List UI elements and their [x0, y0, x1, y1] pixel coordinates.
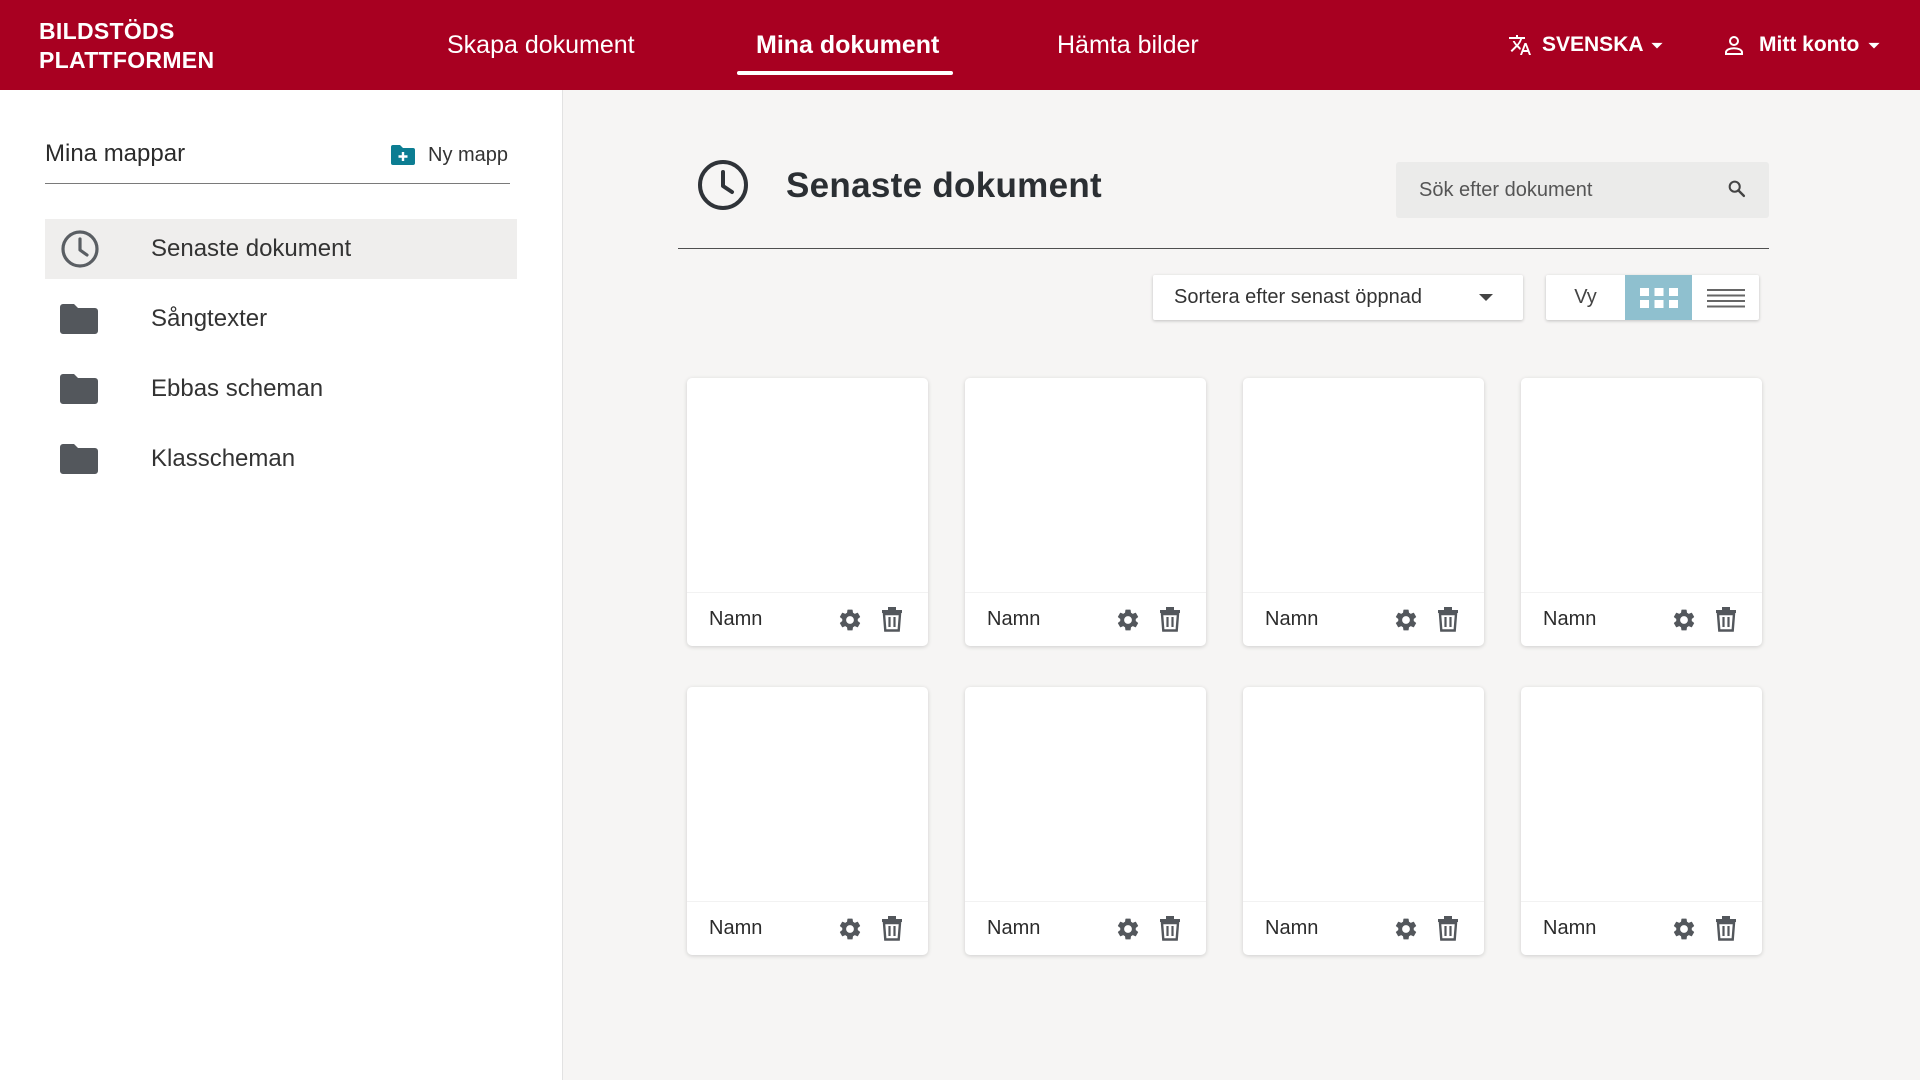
delete-icon[interactable]	[1159, 915, 1181, 946]
account-label: Mitt konto	[1759, 33, 1860, 56]
view-label: Vy	[1574, 286, 1597, 308]
document-name: Namn	[1265, 608, 1319, 630]
sort-dropdown[interactable]: Sortera efter senast öppnad	[1153, 275, 1523, 320]
list-view-button[interactable]	[1692, 275, 1759, 320]
language-label: SVENSKA	[1542, 33, 1644, 56]
folders-sidebar: Mina mappar Ny mapp Senaste dokument Sån…	[0, 90, 563, 1080]
caret-down-icon	[1868, 42, 1880, 49]
delete-icon[interactable]	[1715, 606, 1737, 637]
sidebar-item-senaste-dokument[interactable]: Senaste dokument	[45, 219, 517, 279]
settings-icon[interactable]	[1671, 607, 1697, 638]
document-card[interactable]: Namn	[1243, 378, 1484, 646]
document-name: Namn	[709, 917, 763, 939]
document-name: Namn	[987, 608, 1041, 630]
sort-label: Sortera efter senast öppnad	[1174, 286, 1422, 308]
document-card[interactable]: Namn	[1243, 687, 1484, 955]
brand-logo[interactable]: BILDSTÖDS PLATTFORMEN	[39, 17, 214, 75]
document-name: Namn	[987, 917, 1041, 939]
nav-mina-dokument[interactable]: Mina dokument	[756, 30, 939, 60]
search-input[interactable]	[1396, 162, 1716, 218]
clock-icon	[697, 159, 749, 216]
sidebar-divider	[45, 183, 510, 184]
document-thumbnail[interactable]	[1243, 687, 1484, 902]
document-thumbnail[interactable]	[1243, 378, 1484, 593]
user-icon	[1725, 36, 1743, 55]
caret-down-icon	[1479, 294, 1493, 301]
settings-icon[interactable]	[1671, 916, 1697, 947]
sidebar-item-label: Senaste dokument	[151, 235, 352, 262]
sidebar-item-klasscheman[interactable]: Klasscheman	[45, 429, 517, 489]
grid-view-button[interactable]	[1625, 275, 1692, 320]
sidebar-item-label: Ebbas scheman	[151, 375, 324, 402]
settings-icon[interactable]	[1115, 916, 1141, 947]
settings-icon[interactable]	[1393, 607, 1419, 638]
delete-icon[interactable]	[881, 915, 903, 946]
header-divider	[678, 248, 1769, 249]
page-title: Senaste dokument	[786, 166, 1102, 205]
document-card[interactable]: Namn	[687, 687, 928, 955]
document-name: Namn	[1543, 608, 1597, 630]
nav-skapa-dokument[interactable]: Skapa dokument	[447, 30, 635, 60]
document-name: Namn	[1543, 917, 1597, 939]
document-name: Namn	[709, 608, 763, 630]
sidebar-item-sangtexter[interactable]: Sångtexter	[45, 289, 517, 349]
document-card[interactable]: Namn	[687, 378, 928, 646]
delete-icon[interactable]	[1437, 606, 1459, 637]
document-card[interactable]: Namn	[965, 378, 1206, 646]
document-thumbnail[interactable]	[965, 378, 1206, 593]
document-thumbnail[interactable]	[1521, 687, 1762, 902]
folder-icon	[60, 374, 98, 404]
document-name: Namn	[1265, 917, 1319, 939]
sidebar-item-ebbas-scheman[interactable]: Ebbas scheman	[45, 359, 517, 419]
new-folder-icon	[391, 145, 415, 165]
nav-hamta-bilder[interactable]: Hämta bilder	[1057, 30, 1199, 60]
document-card[interactable]: Namn	[965, 687, 1206, 955]
brand-line-2: PLATTFORMEN	[39, 47, 215, 73]
delete-icon[interactable]	[881, 606, 903, 637]
document-card[interactable]: Namn	[1521, 378, 1762, 646]
document-thumbnail[interactable]	[965, 687, 1206, 902]
settings-icon[interactable]	[1393, 916, 1419, 947]
sidebar-title: Mina mappar	[45, 140, 186, 167]
active-nav-indicator	[737, 71, 953, 75]
language-selector[interactable]: SVENSKA	[1508, 30, 1664, 60]
delete-icon[interactable]	[1437, 915, 1459, 946]
document-thumbnail[interactable]	[687, 687, 928, 902]
account-menu[interactable]: Mitt konto	[1722, 30, 1881, 60]
settings-icon[interactable]	[1115, 607, 1141, 638]
document-thumbnail[interactable]	[687, 378, 928, 593]
document-thumbnail[interactable]	[1521, 378, 1762, 593]
grid-icon	[1639, 287, 1678, 308]
caret-down-icon	[1650, 42, 1663, 49]
clock-icon	[61, 230, 99, 268]
settings-icon[interactable]	[837, 916, 863, 947]
folder-icon	[60, 304, 98, 334]
list-icon	[1706, 288, 1745, 307]
settings-icon[interactable]	[837, 607, 863, 638]
brand-line-1: BILDSTÖDS	[39, 18, 175, 44]
delete-icon[interactable]	[1715, 915, 1737, 946]
new-folder-label: Ny mapp	[428, 143, 509, 166]
search-icon[interactable]	[1726, 178, 1748, 200]
view-toggle-group: Vy	[1546, 275, 1759, 320]
search-box	[1396, 162, 1769, 218]
document-card[interactable]: Namn	[1521, 687, 1762, 955]
delete-icon[interactable]	[1159, 606, 1181, 637]
new-folder-button[interactable]: Ny mapp	[390, 140, 508, 170]
folder-icon	[60, 444, 98, 474]
translate-icon	[1509, 35, 1531, 55]
sidebar-item-label: Klasscheman	[151, 445, 296, 472]
top-navigation-bar: BILDSTÖDS PLATTFORMEN Skapa dokument Min…	[0, 0, 1920, 90]
sidebar-item-label: Sångtexter	[151, 305, 268, 332]
